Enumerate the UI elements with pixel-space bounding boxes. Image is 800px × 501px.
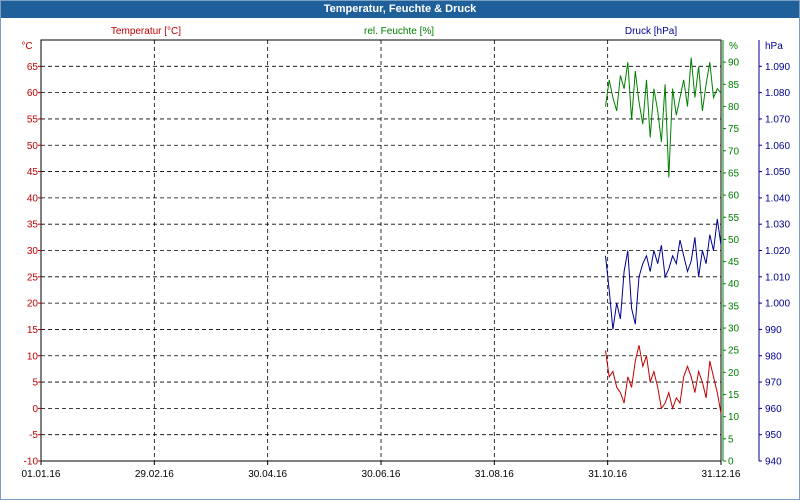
humidity-tick-label: 0 <box>728 457 734 468</box>
temperature-tick-label: 55 <box>27 114 39 125</box>
pressure-tick-label: 1.040 <box>765 193 790 204</box>
pressure-tick-label: 1.030 <box>765 220 790 231</box>
humidity-tick-label: 30 <box>728 324 740 335</box>
pressure-tick-label: 1.000 <box>765 299 790 310</box>
pressure-tick-label: 990 <box>765 325 782 336</box>
pressure-tick-label: 1.020 <box>765 246 790 257</box>
chart-window: Temperatur, Feuchte & Druck 01.01.16 29.0… <box>0 0 800 500</box>
humidity-tick-label: 10 <box>728 412 740 423</box>
pressure-tick-label: 1.080 <box>765 88 790 99</box>
humidity-tick-label: 35 <box>728 301 740 312</box>
humidity-unit-label: % <box>729 41 738 52</box>
pressure-tick-label: 1.070 <box>765 114 790 125</box>
temperature-tick-label: 5 <box>32 378 38 389</box>
pressure-axis-title: Druck [hPa] <box>625 26 677 37</box>
temperature-unit-label: °C <box>21 41 32 52</box>
humidity-tick-label: 75 <box>728 124 740 135</box>
pressure-series-line <box>605 218 722 330</box>
humidity-series-line <box>605 57 722 178</box>
pressure-tick-label: 1.090 <box>765 62 790 73</box>
temperature-tick-label: 0 <box>32 404 38 415</box>
temperature-tick-label: -5 <box>29 430 38 441</box>
humidity-tick-label: 55 <box>728 213 740 224</box>
pressure-tick-label: 980 <box>765 351 782 362</box>
pressure-tick-label: 960 <box>765 404 782 415</box>
humidity-tick-label: 60 <box>728 191 740 202</box>
temperature-tick-label: 65 <box>27 62 39 73</box>
humidity-axis-title: rel. Feuchte [%] <box>364 26 434 37</box>
humidity-tick-label: 20 <box>728 368 740 379</box>
pressure-tick-label: 1.010 <box>765 272 790 283</box>
humidity-tick-label: 85 <box>728 80 740 91</box>
humidity-tick-label: 45 <box>728 257 740 268</box>
humidity-tick-label: 70 <box>728 146 740 157</box>
pressure-tick-label: 950 <box>765 430 782 441</box>
humidity-tick-label: 15 <box>728 390 740 401</box>
temperature-tick-label: 20 <box>27 299 39 310</box>
humidity-tick-label: 90 <box>728 58 740 69</box>
x-tick-label: 31.12.16 <box>702 469 741 480</box>
humidity-tick-label: 65 <box>728 168 740 179</box>
temperature-tick-label: 25 <box>27 272 39 283</box>
temperature-tick-label: -10 <box>24 457 39 468</box>
temperature-tick-label: 30 <box>27 246 39 257</box>
temperature-tick-label: 60 <box>27 88 39 99</box>
humidity-tick-label: 5 <box>728 434 734 445</box>
temperature-tick-label: 50 <box>27 141 39 152</box>
humidity-tick-label: 25 <box>728 346 740 357</box>
pressure-unit-label: hPa <box>765 41 783 52</box>
temperature-tick-label: 40 <box>27 193 39 204</box>
x-tick-label: 31.08.16 <box>475 469 514 480</box>
temperature-axis-title: Temperatur [°C] <box>111 26 181 37</box>
temperature-tick-label: 35 <box>27 220 39 231</box>
pressure-tick-label: 940 <box>765 457 782 468</box>
temperature-tick-label: 45 <box>27 167 39 178</box>
humidity-tick-label: 40 <box>728 279 740 290</box>
temperature-tick-label: 15 <box>27 325 39 336</box>
x-tick-label: 31.10.16 <box>588 469 627 480</box>
pressure-tick-label: 970 <box>765 378 782 389</box>
x-tick-label: 01.01.16 <box>22 469 61 480</box>
humidity-tick-label: 50 <box>728 235 740 246</box>
x-tick-label: 30.04.16 <box>248 469 287 480</box>
x-tick-label: 29.02.16 <box>135 469 174 480</box>
pressure-tick-label: 1.050 <box>765 167 790 178</box>
chart: 01.01.16 29.02.16 30.04.16 30.06.16 31.08.16… <box>21 26 790 480</box>
temperature-tick-label: 10 <box>27 351 39 362</box>
pressure-tick-label: 1.060 <box>765 141 790 152</box>
humidity-tick-label: 80 <box>728 102 740 113</box>
x-tick-label: 30.06.16 <box>362 469 401 480</box>
